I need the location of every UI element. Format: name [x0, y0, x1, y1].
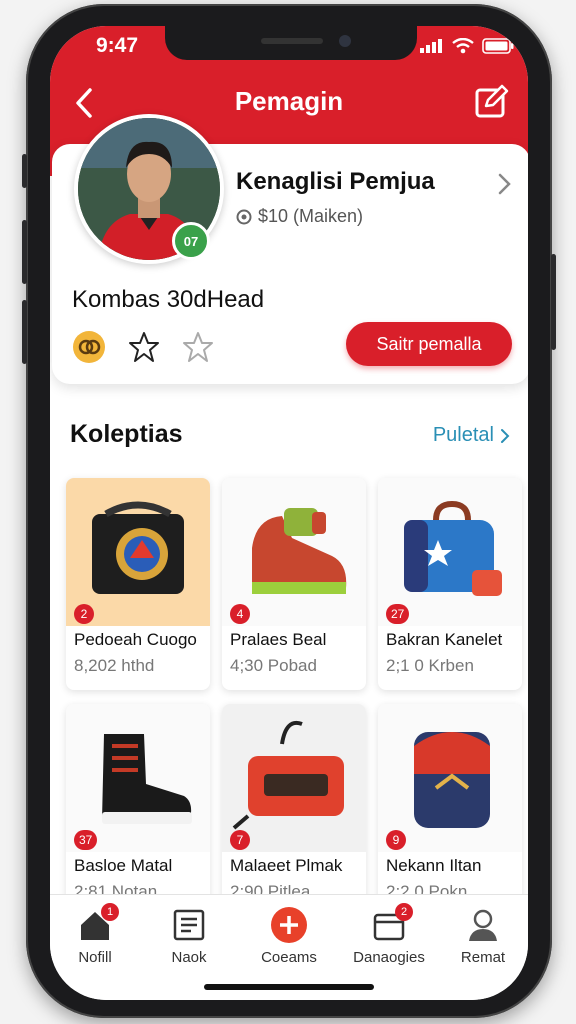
item-name: Pralaes Beal: [230, 630, 327, 649]
app-screen: 9:47 Pemagin 07 Kenaglisi Pemjua $10 (Ma…: [50, 26, 528, 1000]
profile-card[interactable]: 07 Kenaglisi Pemjua $10 (Maiken) Kombas …: [52, 114, 528, 384]
chevron-right-icon: [501, 428, 510, 443]
profile-sub-text: $10 (Maiken): [258, 206, 364, 226]
notch: [165, 26, 417, 60]
signal-icon: [420, 39, 442, 53]
power-button: [551, 254, 556, 350]
tab-label: Danaogies: [353, 949, 425, 966]
item-badge: 2: [74, 604, 94, 624]
status-icons: [420, 38, 514, 54]
wifi-icon: [452, 38, 474, 54]
profile-icon: [465, 907, 501, 943]
see-all-link[interactable]: Puletal: [433, 424, 510, 447]
tab-profile[interactable]: Remat: [438, 907, 528, 966]
collection-item[interactable]: 9 Nekann Iltan 2;2.0 Pokn: [378, 704, 522, 916]
tab-label: Coeams: [261, 949, 317, 966]
avatar-badge: 07: [172, 222, 210, 260]
tab-label: Remat: [460, 949, 506, 966]
section-title: Koleptias: [70, 420, 183, 448]
volume-up-button: [22, 220, 27, 284]
page-title: Pemagin: [234, 86, 344, 116]
tab-add[interactable]: Coeams: [244, 907, 334, 966]
tab-label: Naok: [171, 949, 207, 966]
item-badge: 4: [230, 604, 250, 624]
volume-down-button: [22, 300, 27, 364]
item-name: Nekann Iltan: [386, 856, 482, 875]
tab-list[interactable]: Naok: [144, 907, 234, 966]
star-outline-icon[interactable]: [128, 331, 160, 363]
collection-item[interactable]: 4 Pralaes Beal 4;30 Pobad: [222, 478, 366, 690]
collection-item[interactable]: 2 Pedoeah Cuogo 8,202 hthd: [66, 478, 210, 690]
wallet-icon: 2: [371, 903, 413, 943]
collection-item[interactable]: 37 Basloe Matal 2;81 Notan: [66, 704, 210, 916]
item-name: Bakran Kanelet: [386, 630, 503, 649]
item-name: Pedoeah Cuogo: [74, 630, 197, 649]
tab-wallet[interactable]: 2 Danaogies: [344, 903, 434, 966]
item-badge: 27: [386, 604, 410, 624]
item-name: Malaeet Plmak: [230, 856, 343, 875]
list-icon: [171, 907, 207, 943]
see-all-label: Puletal: [432, 424, 494, 446]
tab-badge: 1: [101, 903, 119, 921]
tab-home[interactable]: 1 Nofill: [50, 903, 140, 966]
edit-button[interactable]: [474, 84, 510, 120]
item-badge: 37: [74, 830, 98, 850]
star-outline-light-icon[interactable]: [182, 331, 214, 363]
add-icon: [271, 907, 307, 943]
item-badge: 7: [230, 830, 250, 850]
collection-item[interactable]: 27 Bakran Kanelet 2;1 0 Krben: [378, 478, 522, 690]
profile-tagline: Kombas 30dHead: [72, 286, 265, 313]
profile-name: Kenaglisi Pemjua: [236, 168, 435, 195]
speaker-grille: [261, 38, 323, 44]
item-price: 4;30 Pobad: [230, 656, 317, 675]
battery-icon: [482, 38, 514, 54]
item-price: 2;1 0 Krben: [386, 656, 474, 675]
home-indicator[interactable]: [204, 984, 374, 990]
tab-badge: 2: [395, 903, 413, 921]
collection-item[interactable]: 7 Malaeet Plmak 2;90 Pitlea: [222, 704, 366, 916]
tab-label: Nofill: [78, 949, 112, 966]
item-price: 8,202 hthd: [74, 656, 155, 675]
status-time: 9:47: [96, 34, 139, 57]
profile-subtitle: $10 (Maiken): [236, 206, 363, 227]
front-camera: [339, 35, 351, 47]
follow-button[interactable]: Saitr pemalla: [346, 322, 512, 366]
home-icon: 1: [77, 903, 119, 943]
chevron-right-icon[interactable]: [496, 172, 512, 196]
rating-row: [72, 330, 214, 364]
item-badge: 9: [386, 830, 406, 850]
mute-switch: [22, 154, 27, 188]
item-name: Basloe Matal: [74, 856, 173, 875]
coin-icon: [236, 209, 252, 224]
medal-icon: [73, 331, 105, 363]
